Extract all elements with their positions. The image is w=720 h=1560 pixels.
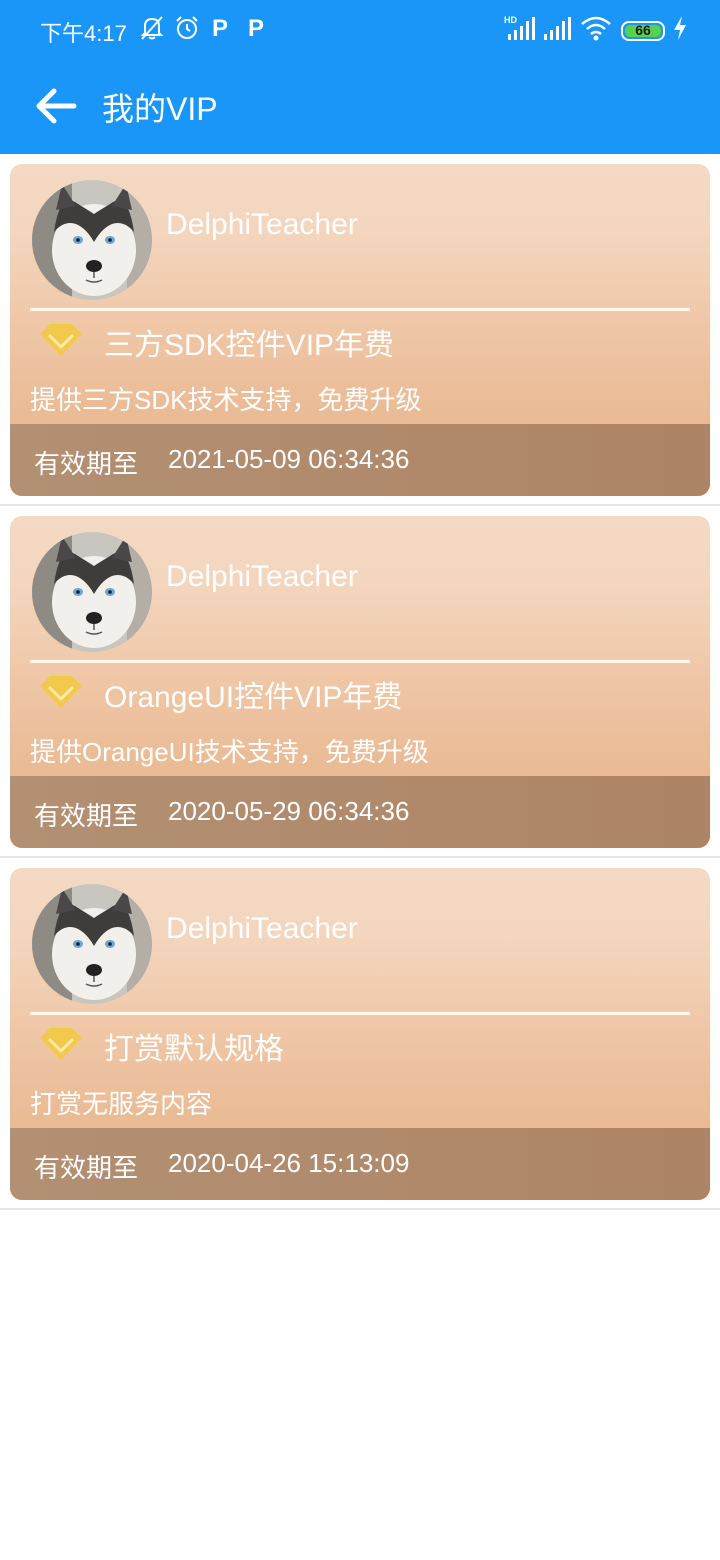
product-name: 打赏默认规格 bbox=[104, 1033, 284, 1066]
username: DelphiTeacher bbox=[166, 208, 358, 241]
vip-list-item[interactable]: DelphiTeacher 打赏默认规格 打赏无服务内容 有效期至 2020-0… bbox=[0, 858, 720, 1210]
expiry-date: 2020-05-29 06:34:36 bbox=[168, 796, 410, 826]
wifi-icon bbox=[581, 16, 611, 41]
battery-level: 66 bbox=[635, 22, 651, 38]
expiry-label: 有效期至 bbox=[34, 1153, 139, 1183]
vip-list-item[interactable]: DelphiTeacher 三方SDK控件VIP年费 提供三方SDK技术支持，免… bbox=[0, 154, 720, 506]
expiry-label: 有效期至 bbox=[34, 449, 139, 479]
avatar bbox=[32, 532, 152, 652]
p-notification-icon: P bbox=[212, 15, 229, 42]
expiry-bar: 有效期至 2020-04-26 15:13:09 bbox=[10, 1128, 710, 1200]
husky-avatar-image bbox=[32, 532, 152, 652]
hd-signal-icon: HD bbox=[504, 15, 535, 40]
product-description: 提供三方SDK技术支持，免费升级 bbox=[30, 385, 422, 415]
page-title: 我的VIP bbox=[102, 91, 218, 127]
expiry-date: 2021-05-09 06:34:36 bbox=[168, 444, 410, 474]
avatar bbox=[32, 180, 152, 300]
expiry-label: 有效期至 bbox=[34, 801, 139, 831]
status-bar: 下午4:17 P P HD 66 bbox=[0, 0, 720, 62]
diamond-vip-icon bbox=[40, 676, 82, 708]
divider bbox=[30, 660, 690, 663]
vip-card[interactable]: DelphiTeacher 打赏默认规格 打赏无服务内容 有效期至 2020-0… bbox=[10, 868, 710, 1200]
divider bbox=[30, 308, 690, 311]
diamond-vip-icon bbox=[40, 324, 82, 356]
charging-icon bbox=[674, 16, 686, 40]
username: DelphiTeacher bbox=[166, 560, 358, 593]
status-time: 下午4:17 bbox=[40, 21, 127, 46]
app-header: 下午4:17 P P HD 66 我的VIP bbox=[0, 0, 720, 154]
expiry-bar: 有效期至 2021-05-09 06:34:36 bbox=[10, 424, 710, 496]
product-description: 提供OrangeUI技术支持，免费升级 bbox=[30, 737, 429, 767]
p-notification-icon: P bbox=[248, 15, 265, 42]
alarm-icon bbox=[176, 16, 198, 39]
expiry-date: 2020-04-26 15:13:09 bbox=[168, 1148, 410, 1178]
husky-avatar-image bbox=[32, 180, 152, 300]
navigation-bar: 我的VIP bbox=[0, 62, 720, 154]
expiry-bar: 有效期至 2020-05-29 06:34:36 bbox=[10, 776, 710, 848]
vip-list-item[interactable]: DelphiTeacher OrangeUI控件VIP年费 提供OrangeUI… bbox=[0, 506, 720, 858]
mute-icon bbox=[140, 16, 164, 40]
vip-card[interactable]: DelphiTeacher OrangeUI控件VIP年费 提供OrangeUI… bbox=[10, 516, 710, 848]
husky-avatar-image bbox=[32, 884, 152, 1004]
avatar bbox=[32, 884, 152, 1004]
divider bbox=[30, 1012, 690, 1015]
product-description: 打赏无服务内容 bbox=[30, 1089, 213, 1119]
battery-icon: 66 bbox=[621, 21, 665, 41]
vip-card[interactable]: DelphiTeacher 三方SDK控件VIP年费 提供三方SDK技术支持，免… bbox=[10, 164, 710, 496]
arrow-left-icon[interactable] bbox=[34, 86, 78, 126]
product-name: 三方SDK控件VIP年费 bbox=[104, 329, 395, 362]
username: DelphiTeacher bbox=[166, 912, 358, 945]
vip-list: DelphiTeacher 三方SDK控件VIP年费 提供三方SDK技术支持，免… bbox=[0, 154, 720, 1210]
svg-text:HD: HD bbox=[504, 15, 517, 25]
signal-icon bbox=[544, 17, 571, 40]
product-name: OrangeUI控件VIP年费 bbox=[104, 681, 403, 714]
diamond-vip-icon bbox=[40, 1028, 82, 1060]
